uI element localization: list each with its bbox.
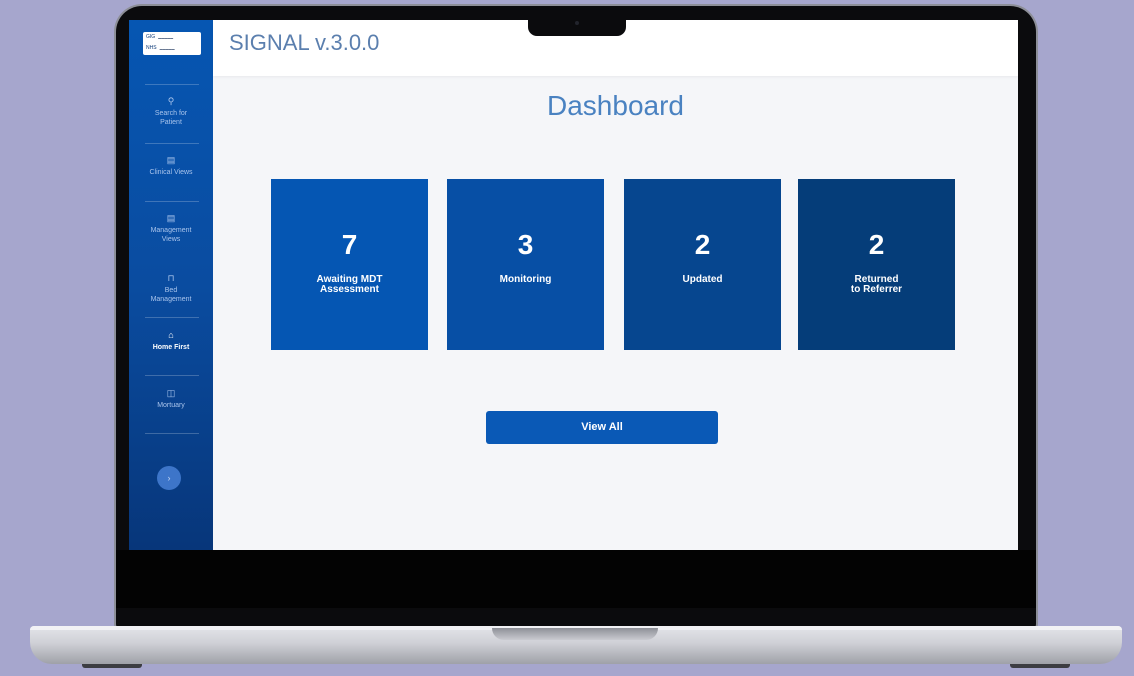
logo-fineprint: ▬▬▬▬▬	[158, 35, 174, 40]
card-count: 2	[694, 229, 711, 260]
list-icon: ▤	[166, 155, 176, 165]
logo-text-2: NHS	[146, 45, 157, 51]
sidebar-item-label: Mortuary	[157, 402, 185, 409]
sidebar-item-label: Bed Management	[150, 287, 192, 303]
search-icon: ⚲	[167, 96, 175, 106]
logo-fineprint: ▬▬▬▬▬	[159, 46, 175, 51]
laptop-foot-right	[1010, 664, 1070, 668]
sidebar-item-mortuary[interactable]: ◫ Mortuary	[129, 389, 213, 410]
card-returned-to-referrer[interactable]: 2 Returned to Referrer	[798, 179, 955, 350]
view-all-button[interactable]: View All	[486, 411, 718, 444]
card-count: 7	[341, 229, 358, 260]
card-count: 3	[517, 229, 534, 260]
card-monitoring[interactable]: 3 Monitoring	[447, 179, 604, 350]
bed-icon: ⊓	[167, 273, 175, 283]
card-count: 2	[868, 229, 885, 260]
sidebar-divider	[145, 317, 199, 318]
sidebar-item-bed-management[interactable]: ⊓ Bed Management	[129, 274, 213, 304]
app-title: SIGNAL v.3.0.0	[229, 30, 380, 55]
sidebar-item-label: Management Views	[150, 227, 192, 243]
card-awaiting-mdt[interactable]: 7 Awaiting MDT Assessment	[271, 179, 428, 350]
card-label: Updated	[682, 274, 723, 285]
laptop-foot-left	[82, 664, 142, 668]
camera-notch	[528, 18, 626, 36]
card-updated[interactable]: 2 Updated	[624, 179, 781, 350]
sidebar-divider	[145, 84, 199, 85]
sidebar-item-clinical-views[interactable]: ▤ Clinical Views	[129, 156, 213, 177]
laptop-chin	[116, 550, 1036, 608]
expand-sidebar-button[interactable]: ›	[157, 466, 181, 490]
book-icon: ◫	[166, 388, 176, 398]
list-icon: ▤	[166, 213, 176, 223]
card-label: Awaiting MDT Assessment	[316, 274, 383, 295]
chevron-right-icon: ›	[167, 473, 171, 483]
sidebar-item-home-first[interactable]: ⌂ Home First	[129, 331, 213, 352]
sidebar-item-search-patient[interactable]: ⚲ Search for Patient	[129, 97, 213, 127]
home-icon: ⌂	[168, 330, 174, 340]
nhs-logo: GIG ▬▬▬▬▬ NHS ▬▬▬▬▬	[143, 32, 201, 55]
sidebar-divider	[145, 433, 199, 434]
sidebar-divider	[145, 143, 199, 144]
sidebar-divider	[145, 201, 199, 202]
logo-text-1: GIG	[146, 34, 156, 40]
card-label: Monitoring	[499, 274, 552, 285]
laptop-hinge	[492, 628, 658, 640]
card-label: Returned to Referrer	[850, 274, 903, 295]
sidebar-item-label: Clinical Views	[149, 169, 193, 176]
page-title: Dashboard	[547, 90, 684, 121]
sidebar-divider	[145, 375, 199, 376]
sidebar-item-management-views[interactable]: ▤ Management Views	[129, 214, 213, 244]
sidebar-item-label: Home First	[152, 344, 190, 351]
app-screen: GIG ▬▬▬▬▬ NHS ▬▬▬▬▬ ⚲ Search for Patient ▤…	[129, 20, 1018, 550]
sidebar-item-label: Search for Patient	[154, 110, 188, 126]
camera-icon	[575, 21, 579, 25]
sidebar: GIG ▬▬▬▬▬ NHS ▬▬▬▬▬ ⚲ Search for Patient ▤…	[129, 20, 213, 550]
